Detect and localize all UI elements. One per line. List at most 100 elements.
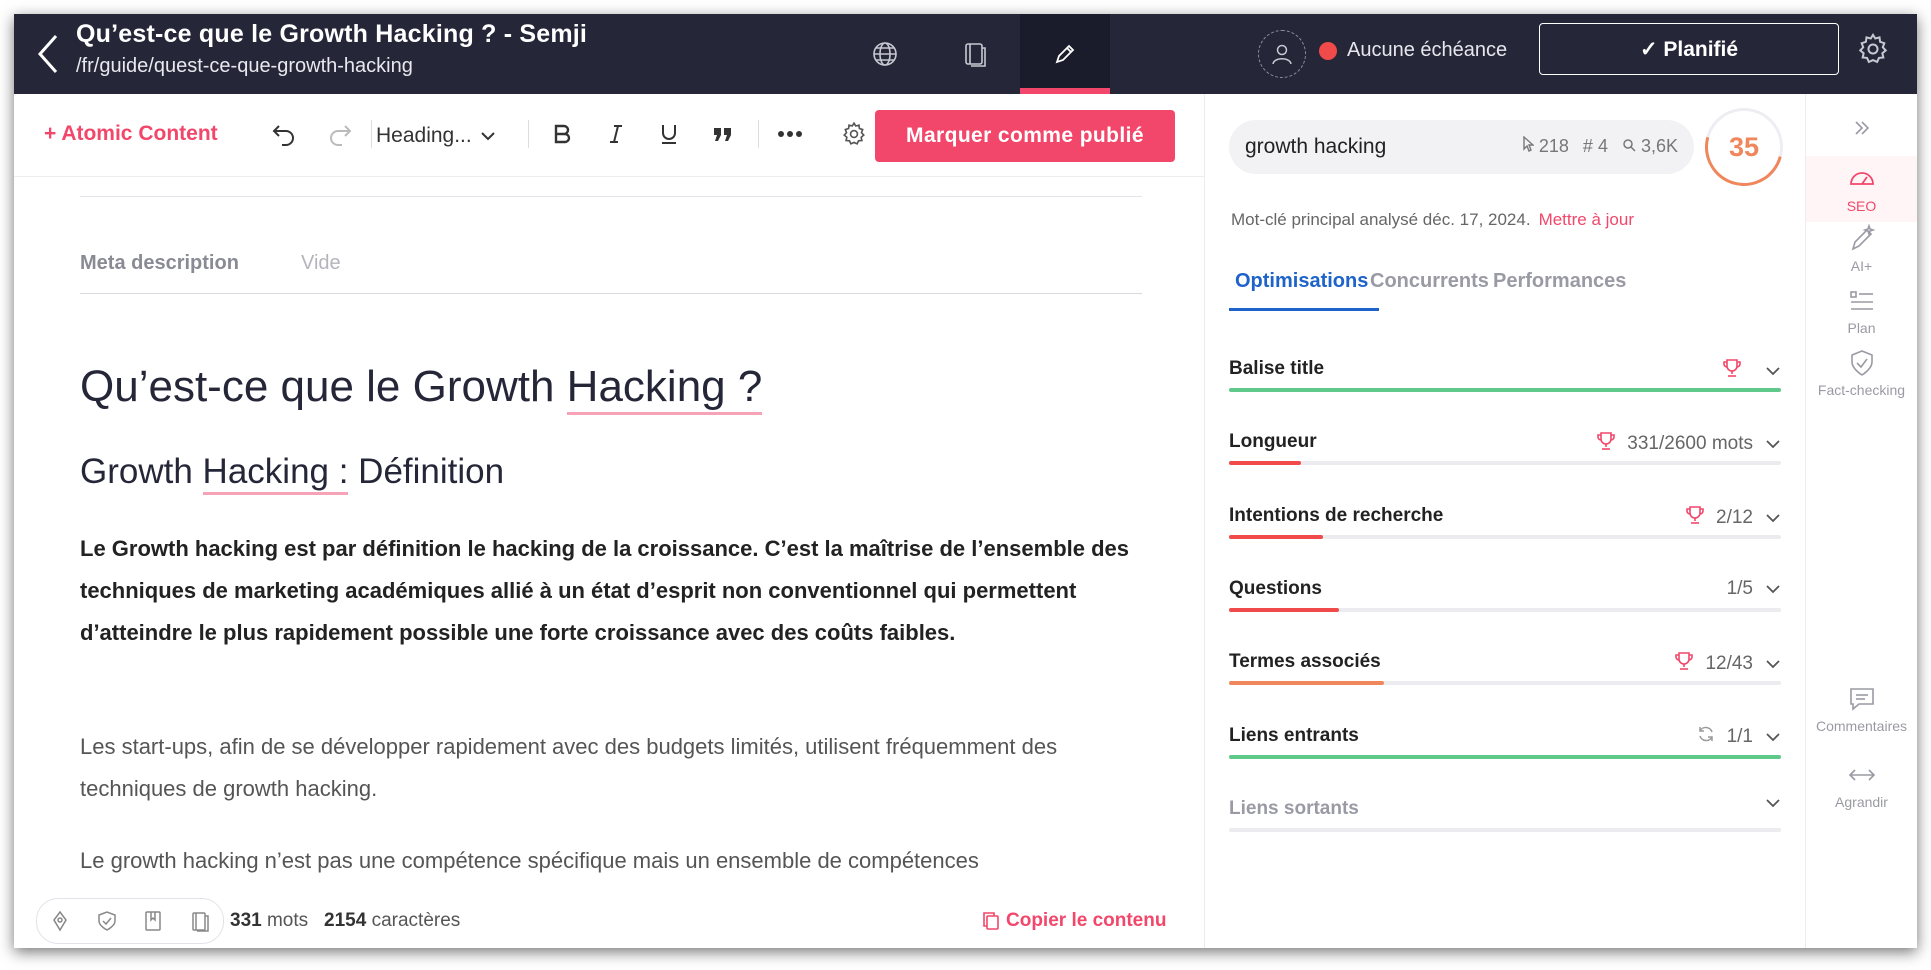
app-window: Qu’est-ce que le Growth Hacking ? - Semj…: [14, 14, 1917, 948]
optimization-label: Intentions de recherche: [1229, 504, 1444, 526]
refresh-icon: [1697, 725, 1715, 749]
list-icon: [1849, 291, 1873, 310]
redo-icon[interactable]: [322, 116, 358, 152]
document-icon[interactable]: [185, 906, 215, 936]
pen-nib-icon[interactable]: [45, 906, 75, 936]
optimization-value: 12/43: [1705, 653, 1753, 675]
expand-arrows-icon: [1848, 769, 1875, 781]
top-bar: Qu’est-ce que le Growth Hacking ? - Semj…: [14, 14, 1917, 94]
tab-web-icon[interactable]: [840, 14, 930, 94]
underline-icon[interactable]: [651, 116, 687, 152]
optimization-value: 2/12: [1716, 506, 1753, 528]
chevron-down-icon: [1766, 799, 1780, 808]
editor-footer: 331 mots 2154 caractères Copier le conte…: [14, 896, 1204, 948]
copy-content-button[interactable]: Copier le contenu: [982, 910, 1166, 932]
chevron-down-icon: [481, 132, 495, 141]
optimization-progress: [1229, 388, 1781, 392]
more-options-icon[interactable]: [772, 116, 808, 152]
optimization-row[interactable]: Liens sortants: [1229, 798, 1781, 838]
article-h2[interactable]: Growth Hacking : Définition: [80, 452, 504, 495]
settings-gear-icon[interactable]: [1856, 32, 1890, 66]
optimization-progress: [1229, 461, 1781, 466]
chevron-down-icon: [1766, 367, 1780, 376]
optimization-progress-fill: [1229, 681, 1384, 686]
keyword-analysis-note: Mot-clé principal analysé déc. 17, 2024.…: [1231, 210, 1634, 229]
status-planned-button[interactable]: ✓ Planifié: [1539, 23, 1839, 75]
optimization-value: 1/1: [1726, 725, 1753, 747]
paragraph[interactable]: Les start-ups, afin de se développer rap…: [80, 726, 1150, 810]
optimization-label: Termes associés: [1229, 651, 1381, 673]
sidebar-item-seo[interactable]: SEO: [1806, 156, 1917, 222]
trophy-icon: [1723, 358, 1741, 384]
paragraph[interactable]: Le growth hacking n’est pas une compéten…: [80, 840, 1150, 882]
keyword-box[interactable]: growth hacking 218 # 4 3,6K: [1229, 120, 1694, 174]
volume-stat: 3,6K: [1622, 136, 1678, 157]
content-score: 35: [1705, 108, 1783, 186]
sidebar-item-fact-checking[interactable]: Fact-checking: [1806, 348, 1917, 398]
optimization-label: Liens sortants: [1229, 797, 1359, 819]
shield-check-icon[interactable]: [92, 906, 122, 936]
atomic-content-button[interactable]: + Atomic Content: [44, 122, 218, 146]
back-arrow-icon[interactable]: [34, 32, 64, 76]
copy-icon: [983, 912, 999, 930]
optimization-row[interactable]: Balise title: [1229, 358, 1781, 398]
editor-content[interactable]: Meta description Vide Qu’est-ce que le G…: [14, 176, 1204, 896]
keyword-text: growth hacking: [1245, 135, 1387, 158]
tab-concurrents[interactable]: Concurrents: [1370, 270, 1489, 293]
clicks-stat: 218: [1522, 135, 1569, 157]
optimization-row[interactable]: Questions 1/5: [1229, 578, 1781, 618]
italic-icon[interactable]: [598, 116, 634, 152]
undo-icon[interactable]: [266, 116, 302, 152]
editor-settings-gear-icon[interactable]: [836, 116, 872, 152]
tab-performances[interactable]: Performances: [1493, 270, 1626, 293]
optimization-progress: [1229, 681, 1781, 686]
optimization-label: Liens entrants: [1229, 724, 1359, 746]
quote-icon[interactable]: [705, 116, 741, 152]
assignee-avatar-icon[interactable]: [1258, 30, 1306, 78]
optimization-progress-fill: [1229, 607, 1340, 612]
optimization-progress: [1229, 754, 1781, 759]
sidebar-item-comments[interactable]: Commentaires: [1806, 684, 1917, 734]
sidebar-item-ai[interactable]: AI+: [1806, 224, 1917, 274]
optimization-value: 331/2600 mots: [1627, 433, 1753, 455]
gauge-icon: [1849, 172, 1874, 185]
tab-optimisations[interactable]: Optimisations: [1235, 270, 1368, 293]
optimization-progress-fill: [1229, 754, 1781, 759]
optimization-progress-fill: [1229, 461, 1301, 466]
optimization-label: Balise title: [1229, 358, 1325, 379]
optimization-row[interactable]: Termes associés 12/43: [1229, 651, 1781, 691]
optimization-progress-fill: [1229, 534, 1323, 539]
optimization-row[interactable]: Intentions de recherche 2/12: [1229, 505, 1781, 545]
bold-icon[interactable]: [544, 116, 580, 152]
trophy-icon: [1686, 505, 1704, 531]
document-url: /fr/guide/quest-ce-que-growth-hacking: [76, 55, 413, 77]
optimization-progress: [1229, 534, 1781, 539]
trophy-icon: [1597, 431, 1616, 457]
status-dot-icon: [1319, 41, 1337, 60]
tab-edit-icon[interactable]: [1020, 14, 1110, 94]
optimization-label: Longueur: [1229, 431, 1317, 453]
optimization-row[interactable]: Liens entrants 1/1: [1229, 725, 1781, 765]
word-char-count: 331 mots 2154 caractères: [230, 910, 461, 931]
update-link[interactable]: Mettre à jour: [1539, 210, 1634, 229]
deadline-selector[interactable]: Aucune échéance: [1319, 39, 1507, 62]
heading-select[interactable]: Heading...: [376, 124, 496, 148]
meta-description-label: Meta description: [80, 252, 239, 274]
sidebar-item-plan[interactable]: Plan: [1806, 286, 1917, 336]
cursor-icon: [1523, 135, 1535, 152]
optimization-progress: [1229, 607, 1781, 612]
seo-panel: growth hacking 218 # 4 3,6K 35 Mot-clé p…: [1205, 94, 1805, 948]
right-sidebar: SEO AI+ Plan Fact-checking Commentaires …: [1806, 94, 1917, 948]
collapse-panel-icon[interactable]: [1806, 114, 1917, 141]
deadline-label: Aucune échéance: [1347, 39, 1508, 61]
tab-document-icon[interactable]: [930, 14, 1020, 94]
chevron-down-icon: [1766, 732, 1780, 741]
article-h1[interactable]: Qu’est-ce que le Growth Hacking ?: [80, 362, 763, 415]
bookmark-icon[interactable]: [138, 906, 168, 936]
optimization-row[interactable]: Longueur 331/2600 mots: [1229, 431, 1781, 471]
meta-description-field[interactable]: Vide: [301, 252, 341, 275]
sidebar-item-expand[interactable]: Agrandir: [1806, 760, 1917, 810]
intro-paragraph[interactable]: Le Growth hacking est par définition le …: [80, 528, 1150, 654]
chevron-down-icon: [1766, 660, 1780, 669]
mark-published-button[interactable]: Marquer comme publié: [875, 110, 1175, 162]
